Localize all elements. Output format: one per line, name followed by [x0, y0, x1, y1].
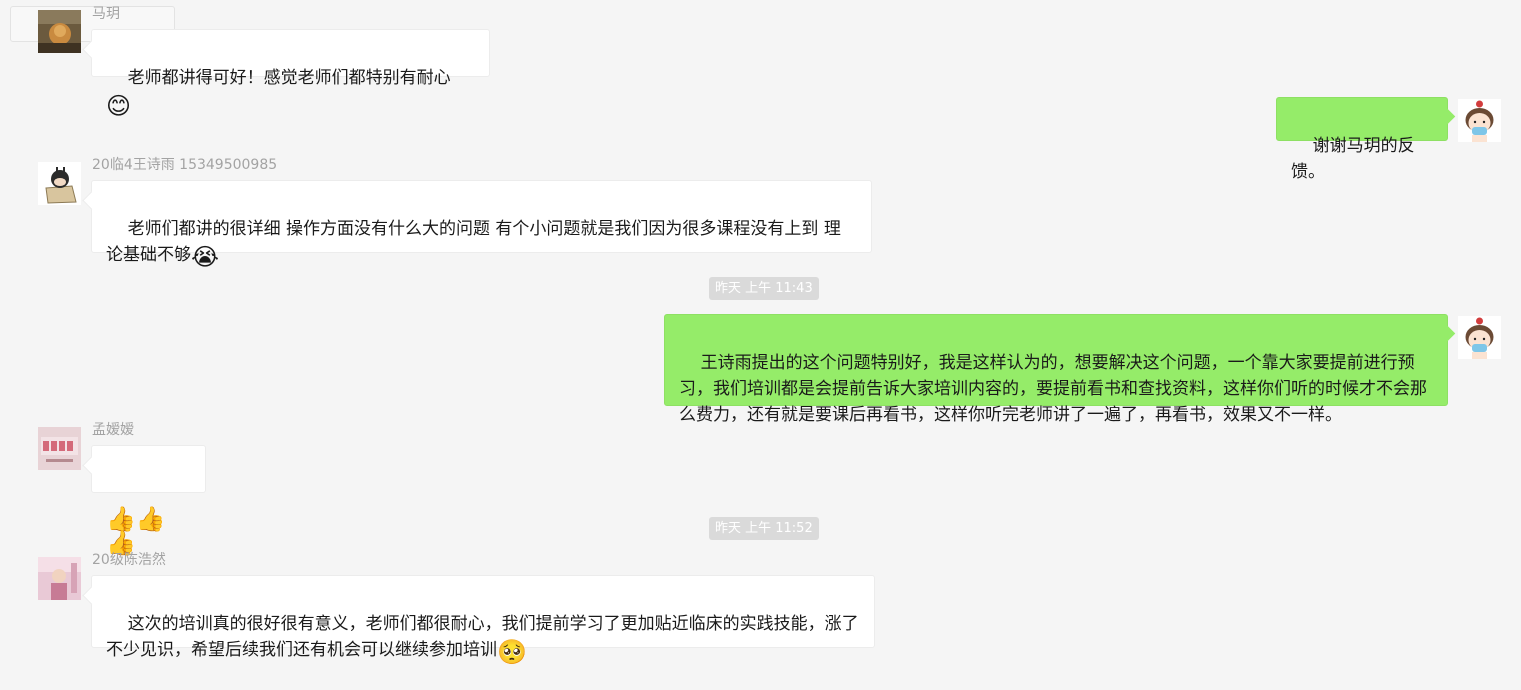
timestamp: 昨天 上午 11:43 [709, 277, 819, 300]
sender-name: 20临4王诗雨 15349500985 [92, 157, 278, 173]
message-text: 这次的培训真的很好很有意义，老师们都很耐心，我们提前学习了更加贴近临床的实践技能… [106, 614, 859, 660]
pleading-emoji-icon: 🥺 [497, 638, 527, 666]
avatar-ma-yue[interactable] [38, 10, 81, 53]
sender-name: 孟嫒嫒 [92, 422, 134, 438]
cartoon-box-avatar-icon [38, 162, 81, 205]
avatar-wang-shiyu[interactable] [38, 162, 81, 205]
message-text: 老师都讲得可好！感觉老师们都特别有耐心 [127, 68, 451, 88]
chat-window[interactable]: 马玥 老师都讲得可好！感觉老师们都特别有耐心😊 谢谢马玥的反馈。 20临4王诗雨… [0, 0, 1521, 664]
timestamp: 昨天 上午 11:52 [709, 517, 819, 540]
message-bubble-incoming[interactable]: 这次的培训真的很好很有意义，老师们都很耐心，我们提前学习了更加贴近临床的实践技能… [91, 575, 875, 664]
thumbs-up-emoji-icon: 👍👍👍 [106, 505, 166, 557]
avatar-self[interactable] [1458, 99, 1501, 142]
cartoon-girl-avatar-icon [1458, 99, 1501, 142]
sender-name: 马玥 [92, 6, 120, 22]
message-text: 王诗雨提出的这个问题特别好，我是这样认为的，想要解决这个问题，一个靠大家要提前进… [679, 353, 1427, 425]
message-bubble-incoming[interactable]: 👍👍👍 [91, 445, 206, 555]
avatar-photo-icon [38, 10, 81, 53]
crying-emoji-icon: 😭 [191, 243, 220, 271]
avatar-2021-icon [38, 427, 81, 470]
message-text: 谢谢马玥的反馈。 [1291, 136, 1415, 182]
avatar-meng-aiai[interactable] [38, 427, 81, 470]
sender-name: 20级陈浩然 [92, 552, 166, 568]
avatar-pink-photo-icon [38, 557, 81, 600]
cartoon-girl-avatar-icon [1458, 316, 1501, 359]
message-bubble-outgoing[interactable]: 谢谢马玥的反馈。 [1276, 97, 1448, 182]
smile-emoji-icon: 😊 [106, 92, 132, 120]
message-bubble-incoming[interactable]: 老师都讲得可好！感觉老师们都特别有耐心 😊 [91, 29, 490, 118]
message-bubble-incoming[interactable]: 老师们都讲的很详细 操作方面没有什么大的问题 有个小问题就是我们因为很多课程没有… [91, 180, 872, 269]
avatar-chen-haoran[interactable] [38, 557, 81, 600]
message-bubble-outgoing[interactable]: 王诗雨提出的这个问题特别好，我是这样认为的，想要解决这个问题，一个靠大家要提前进… [664, 314, 1448, 425]
avatar-self[interactable] [1458, 316, 1501, 359]
